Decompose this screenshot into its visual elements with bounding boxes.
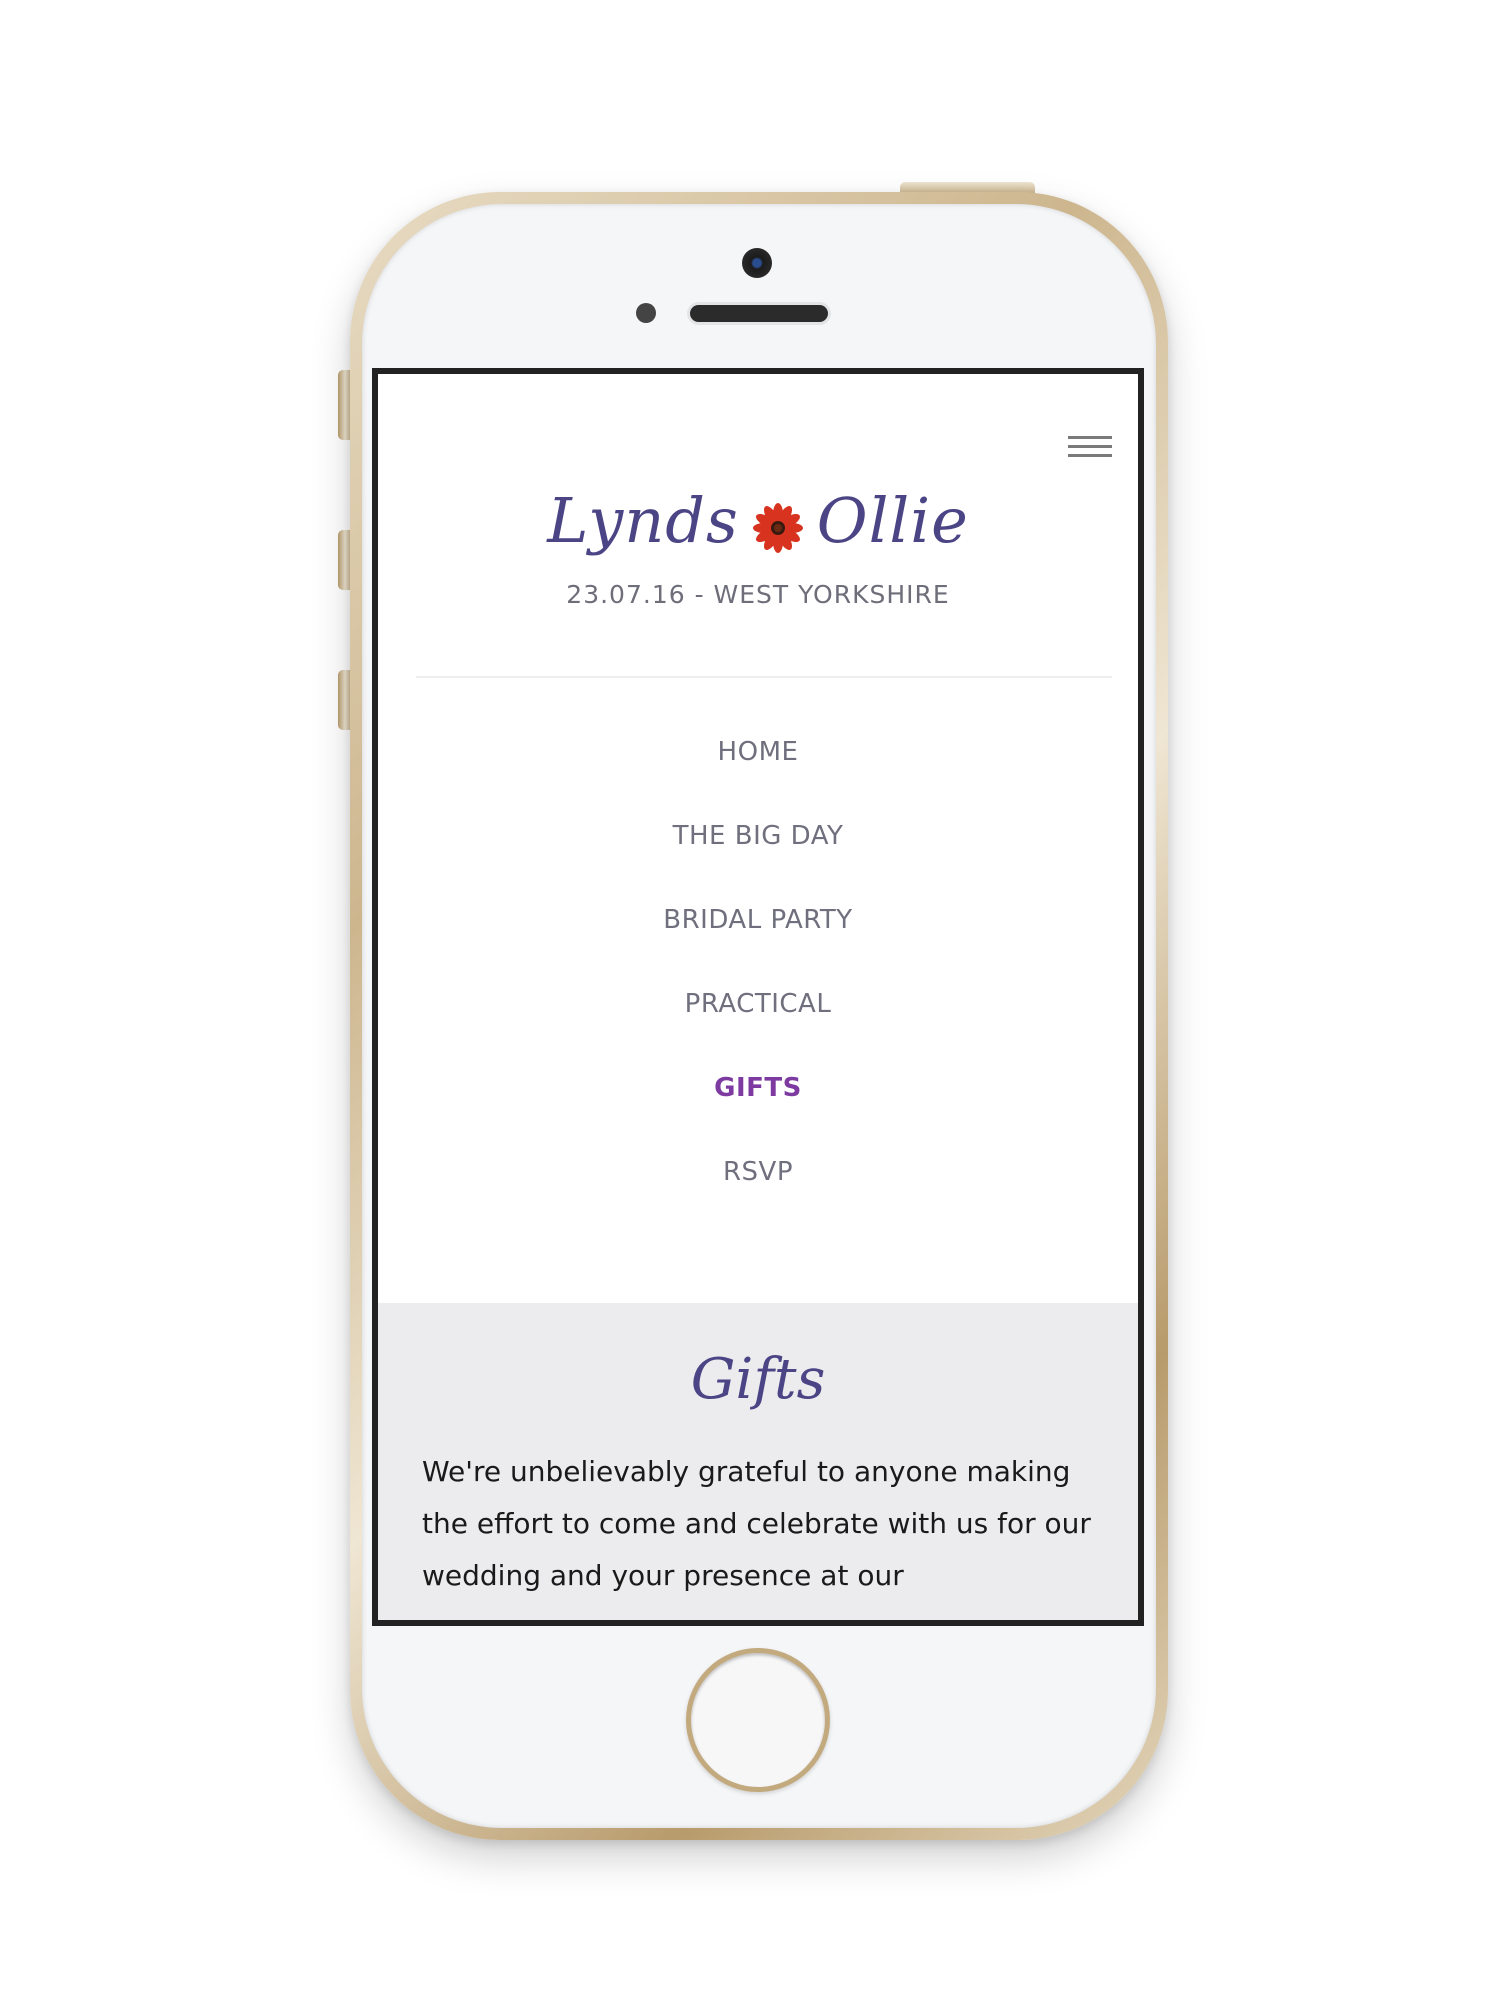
nav-item-practical[interactable]: PRACTICAL	[378, 976, 1138, 1060]
nav-item-gifts[interactable]: GIFTS	[378, 1060, 1138, 1144]
hamburger-menu-icon[interactable]	[1068, 436, 1112, 462]
menu-line	[1068, 454, 1112, 457]
nav-item-home[interactable]: HOME	[378, 724, 1138, 808]
nav-item-the-big-day[interactable]: THE BIG DAY	[378, 808, 1138, 892]
phone-screen: Lynds Ollie 23.07.16 - WEST YORKSHIRE HO…	[372, 368, 1144, 1626]
home-button	[686, 1648, 830, 1792]
section-title: Gifts	[690, 1347, 826, 1412]
menu-line	[1068, 436, 1112, 439]
gifts-section: Gifts We're unbelievably grateful to any…	[378, 1303, 1138, 1620]
site-logo[interactable]: Lynds Ollie	[378, 484, 1138, 557]
gerbera-flower-icon	[752, 495, 803, 553]
proximity-sensor	[636, 303, 656, 323]
logo-name-left: Lynds	[547, 484, 739, 557]
wedding-date-location: 23.07.16 - WEST YORKSHIRE	[566, 580, 950, 609]
menu-line	[1068, 445, 1112, 448]
main-navigation: HOME THE BIG DAY BRIDAL PARTY PRACTICAL …	[378, 724, 1138, 1228]
front-camera	[742, 248, 772, 278]
earpiece-speaker	[690, 305, 828, 322]
header-divider	[416, 676, 1112, 678]
section-body-text: We're unbelievably grateful to anyone ma…	[422, 1455, 1091, 1592]
nav-item-bridal-party[interactable]: BRIDAL PARTY	[378, 892, 1138, 976]
logo-name-right: Ollie	[816, 484, 969, 557]
nav-item-rsvp[interactable]: RSVP	[378, 1144, 1138, 1228]
